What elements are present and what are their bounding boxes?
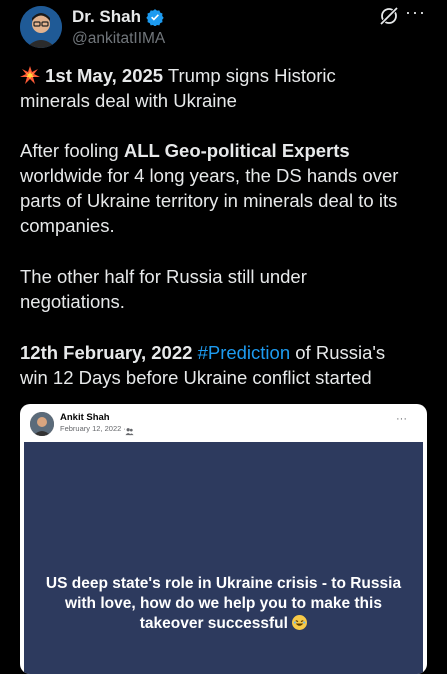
attached-image-card[interactable]: Ankit Shah February 12, 2022 · ··· US de… <box>20 404 427 674</box>
announcement-text-cont: minerals deal with Ukraine <box>20 90 237 111</box>
p2-line-3: parts of Ukraine territory in minerals d… <box>20 190 398 211</box>
p2-bold: ALL Geo-political Experts <box>123 140 350 161</box>
display-name[interactable]: Dr. Shah <box>72 7 141 27</box>
announcement-date: 1st May, 2025 <box>45 65 164 86</box>
banner-caption: US deep state's role in Ukraine crisis -… <box>45 575 402 632</box>
card-banner-text: US deep state's role in Ukraine crisis -… <box>34 574 413 634</box>
name-row[interactable]: Dr. Shah <box>72 7 164 27</box>
p3-line-2: negotiations. <box>20 291 125 312</box>
rofl-emoji-icon <box>292 615 308 630</box>
card-more-icon: ··· <box>396 413 407 425</box>
author-avatar[interactable] <box>20 6 62 48</box>
card-author-name: Ankit Shah <box>60 412 110 423</box>
tweet-paragraph-3: The other half for Russia still under ne… <box>20 264 432 314</box>
tweet-paragraph-4: 12th February, 2022 #Prediction of Russi… <box>20 340 432 390</box>
prediction-date: 12th February, 2022 <box>20 342 193 363</box>
p4-line-2: win 12 Days before Ukraine conflict star… <box>20 367 372 388</box>
p3-line-1: The other half for Russia still under <box>20 266 307 287</box>
card-author-avatar <box>30 412 54 436</box>
card-banner: US deep state's role in Ukraine crisis -… <box>24 442 423 674</box>
collision-emoji-icon <box>20 65 45 86</box>
p2-line-2: worldwide for 4 long years, the DS hands… <box>20 165 399 186</box>
author-handle[interactable]: @ankitatIIMA <box>72 30 165 48</box>
tweet-paragraph-1: 1st May, 2025 Trump signs Historic miner… <box>20 63 432 113</box>
announcement-text: Trump signs Historic <box>163 65 336 86</box>
grok-icon[interactable] <box>379 6 399 26</box>
card-post-date: February 12, 2022 · <box>60 424 126 433</box>
p2-text: After fooling <box>20 140 124 161</box>
tweet-header: Dr. Shah @ankitatIIMA ··· <box>0 0 447 56</box>
more-horizontal-icon[interactable]: ··· <box>405 2 426 23</box>
friends-audience-icon <box>125 423 134 436</box>
hashtag-link[interactable]: #Prediction <box>198 342 291 363</box>
p4-text: of Russia's <box>290 342 386 363</box>
verified-badge-icon <box>146 8 164 27</box>
p2-line-4: companies. <box>20 215 115 236</box>
tweet-paragraph-2: After fooling ALL Geo-political Experts … <box>20 138 432 238</box>
